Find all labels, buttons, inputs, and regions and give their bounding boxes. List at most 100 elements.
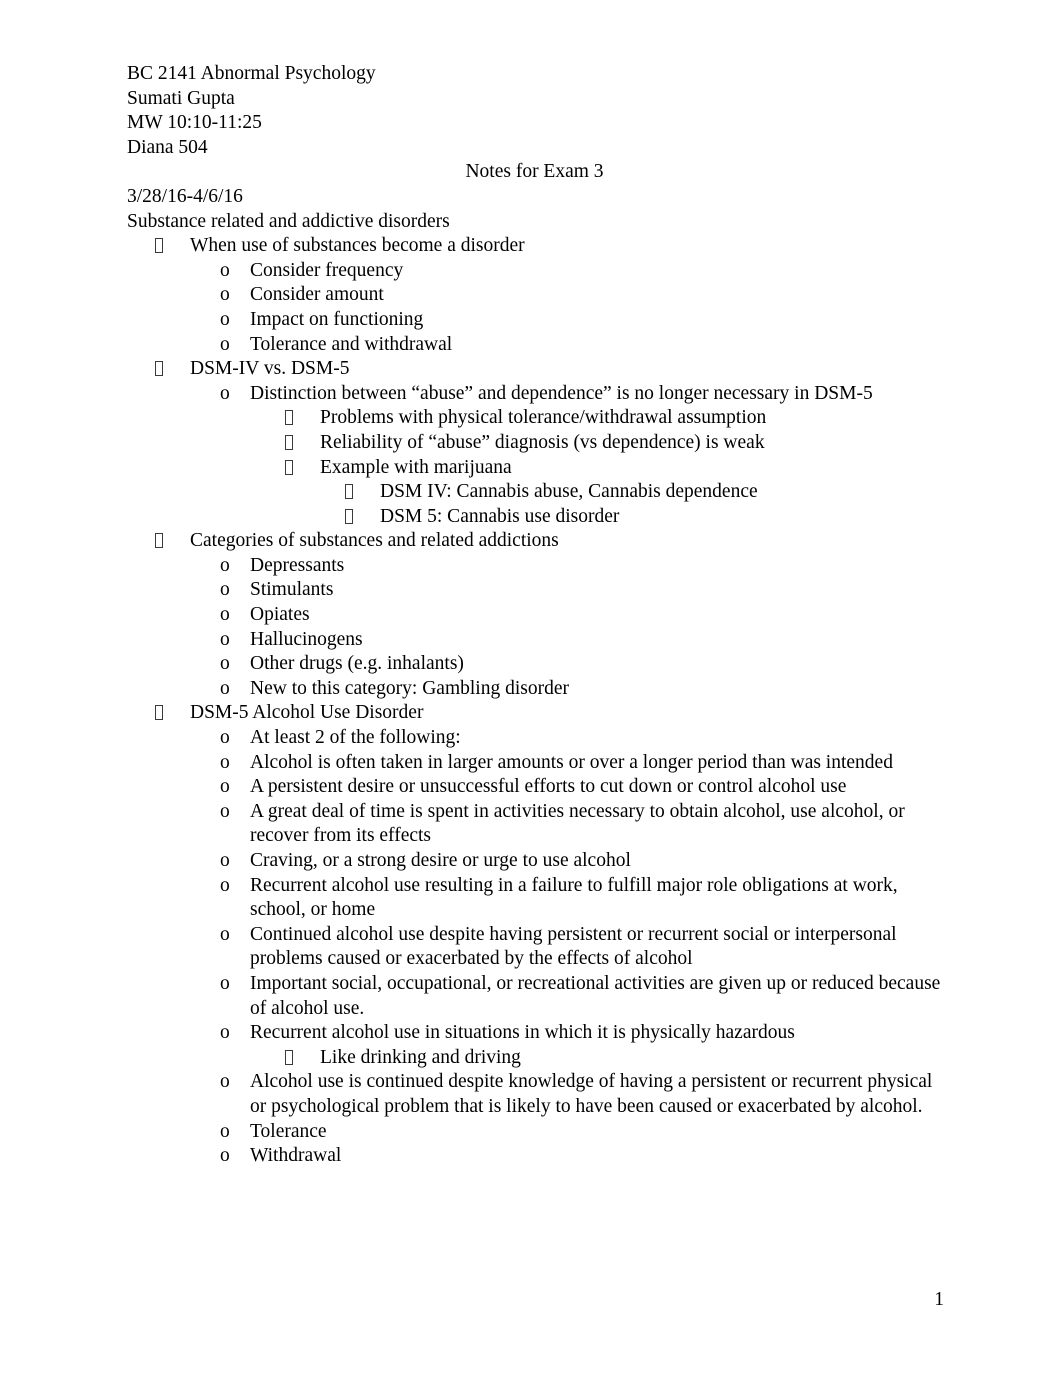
circle-bullet-icon: o — [220, 284, 230, 306]
outline-item-label: Like drinking and driving — [320, 1046, 521, 1068]
circle-bullet-icon: o — [220, 604, 230, 626]
outline-item-level-2: o A persistent desire or unsuccessful eff… — [127, 775, 942, 800]
outline-item-level-3: Reliability of “abuse” diagnosis (vs dep… — [127, 431, 942, 456]
circle-bullet-icon: o — [220, 800, 230, 822]
outline-item-label: A great deal of time is spent in activit… — [250, 800, 905, 847]
outline-item-level-2: o A great deal of time is spent in activi… — [127, 800, 942, 849]
missing-glyph-bullet-icon — [285, 456, 320, 481]
circle-bullet-icon: o — [220, 333, 230, 355]
outline-item-level-2: o Depressants — [127, 554, 942, 579]
outline-item-label: Alcohol is often taken in larger amounts… — [250, 751, 893, 773]
outline-item-level-2: o Distinction between “abuse” and depende… — [127, 382, 942, 407]
outline-item-level-2: o Hallucinogens — [127, 628, 942, 653]
outline-item-level-2: o Consider amount — [127, 283, 942, 308]
class-schedule-line: MW 10:10-11:25 — [127, 112, 262, 134]
outline-item-label: Depressants — [250, 554, 345, 576]
outline-item-label: Withdrawal — [250, 1145, 342, 1167]
outline-item-label: Alcohol use is continued despite knowled… — [250, 1071, 933, 1117]
outline-item-level-1: DSM-5 Alcohol Use Disorder — [127, 701, 942, 726]
course-title-line: BC 2141 Abnormal Psychology — [127, 63, 376, 84]
outline-item-label: DSM 5: Cannabis use disorder — [380, 505, 620, 527]
circle-bullet-icon: o — [220, 850, 230, 871]
missing-glyph-bullet-icon — [155, 529, 190, 554]
circle-bullet-icon: o — [220, 1022, 230, 1044]
outline-item-label: At least 2 of the following: — [250, 727, 461, 749]
tofu-box-icon — [345, 484, 353, 500]
outline-item-level-3: Example with marijuana — [127, 456, 942, 481]
tofu-box-icon — [285, 434, 293, 450]
outline-item-label: Recurrent alcohol use in situations in w… — [250, 1022, 795, 1044]
outline-item-level-2: o Craving, or a strong desire or urge to … — [127, 849, 942, 874]
date-range-line: 3/28/16-4/6/16 — [127, 185, 243, 207]
outline-item-label: Problems with physical tolerance/withdra… — [320, 407, 767, 429]
outline-item-level-2: o Tolerance — [127, 1120, 942, 1145]
outline-item-level-2: o Impact on functioning — [127, 308, 942, 333]
outline-item-label: Important social, occupational, or recre… — [250, 972, 941, 1019]
circle-bullet-icon: o — [220, 727, 230, 749]
missing-glyph-bullet-icon — [285, 431, 320, 456]
document-body: BC 2141 Abnormal Psychology Sumati Gupta… — [127, 62, 942, 1169]
circle-bullet-icon: o — [220, 776, 230, 798]
outline-item-label: Consider frequency — [250, 259, 404, 281]
page-number: 1 — [934, 1289, 944, 1310]
outline-item-level-2: o Recurrent alcohol use in situations in … — [127, 1021, 942, 1046]
missing-glyph-bullet-icon — [155, 701, 190, 726]
tofu-box-icon — [285, 459, 293, 475]
outline-item-label: Impact on functioning — [250, 308, 424, 330]
outline-item-level-3: Problems with physical tolerance/withdra… — [127, 406, 942, 431]
outline-item-level-3: Like drinking and driving — [127, 1046, 942, 1071]
tofu-box-icon — [285, 1049, 293, 1065]
circle-bullet-icon: o — [220, 308, 230, 330]
circle-bullet-icon: o — [220, 653, 230, 675]
missing-glyph-bullet-icon — [285, 1046, 320, 1071]
tofu-box-icon — [155, 533, 163, 549]
circle-bullet-icon: o — [220, 579, 230, 601]
outline-item-label: Stimulants — [250, 579, 334, 601]
circle-bullet-icon: o — [220, 1145, 230, 1167]
circle-bullet-icon: o — [220, 1071, 230, 1093]
outline-item-label: Reliability of “abuse” diagnosis (vs dep… — [320, 431, 765, 453]
missing-glyph-bullet-icon — [345, 505, 380, 530]
missing-glyph-bullet-icon — [155, 357, 190, 382]
tofu-box-icon — [345, 508, 353, 524]
tofu-box-icon — [155, 705, 163, 721]
notes-title: Notes for Exam 3 — [465, 161, 604, 183]
outline-item-level-2: o New to this category: Gambling disorder — [127, 677, 942, 702]
outline-item-label: A persistent desire or unsuccessful effo… — [250, 776, 847, 798]
outline-item-label: Tolerance — [250, 1120, 327, 1142]
outline-item-level-2: o Withdrawal — [127, 1144, 942, 1169]
outline-item-level-4: DSM 5: Cannabis use disorder — [127, 505, 942, 530]
outline-item-level-2: o Recurrent alcohol use resulting in a fa… — [127, 874, 942, 923]
circle-bullet-icon: o — [220, 382, 230, 404]
outline-item-level-4: DSM IV: Cannabis abuse, Cannabis depende… — [127, 480, 942, 505]
missing-glyph-bullet-icon — [345, 480, 380, 505]
circle-bullet-icon: o — [220, 751, 230, 773]
circle-bullet-icon: o — [220, 1120, 230, 1142]
outline-item-level-2: o Consider frequency — [127, 259, 942, 284]
outline-item-label: Recurrent alcohol use resulting in a fai… — [250, 874, 898, 921]
outline-item-level-2: o Continued alcohol use despite having pe… — [127, 923, 942, 972]
circle-bullet-icon: o — [220, 259, 230, 281]
outline-item-level-2: o Important social, occupational, or recr… — [127, 972, 942, 1021]
outline-list: When use of substances become a disorder… — [127, 234, 942, 1169]
section-heading: Substance related and addictive disorder… — [127, 210, 450, 232]
circle-bullet-icon: o — [220, 554, 230, 576]
outline-item-label: DSM IV: Cannabis abuse, Cannabis depende… — [380, 481, 758, 503]
outline-item-level-2: o Alcohol use is continued despite knowle… — [127, 1070, 942, 1119]
circle-bullet-icon: o — [220, 628, 230, 650]
outline-item-label: New to this category: Gambling disorder — [250, 677, 569, 699]
outline-item-label: DSM-IV vs. DSM-5 — [190, 358, 350, 380]
instructor-name-line: Sumati Gupta — [127, 87, 235, 109]
outline-item-level-1: DSM-IV vs. DSM-5 — [127, 357, 942, 382]
outline-item-level-1: When use of substances become a disorder — [127, 234, 942, 259]
outline-item-level-2: o Tolerance and withdrawal — [127, 333, 942, 358]
missing-glyph-bullet-icon — [155, 234, 190, 259]
outline-item-label: Categories of substances and related add… — [190, 530, 559, 552]
outline-item-level-2: o Stimulants — [127, 578, 942, 603]
document-page: BC 2141 Abnormal Psychology Sumati Gupta… — [0, 0, 1062, 1377]
outline-item-label: Distinction between “abuse” and dependen… — [250, 382, 873, 404]
circle-bullet-icon: o — [220, 677, 230, 699]
circle-bullet-icon: o — [220, 874, 230, 896]
missing-glyph-bullet-icon — [285, 406, 320, 431]
outline-item-level-1: Categories of substances and related add… — [127, 529, 942, 554]
